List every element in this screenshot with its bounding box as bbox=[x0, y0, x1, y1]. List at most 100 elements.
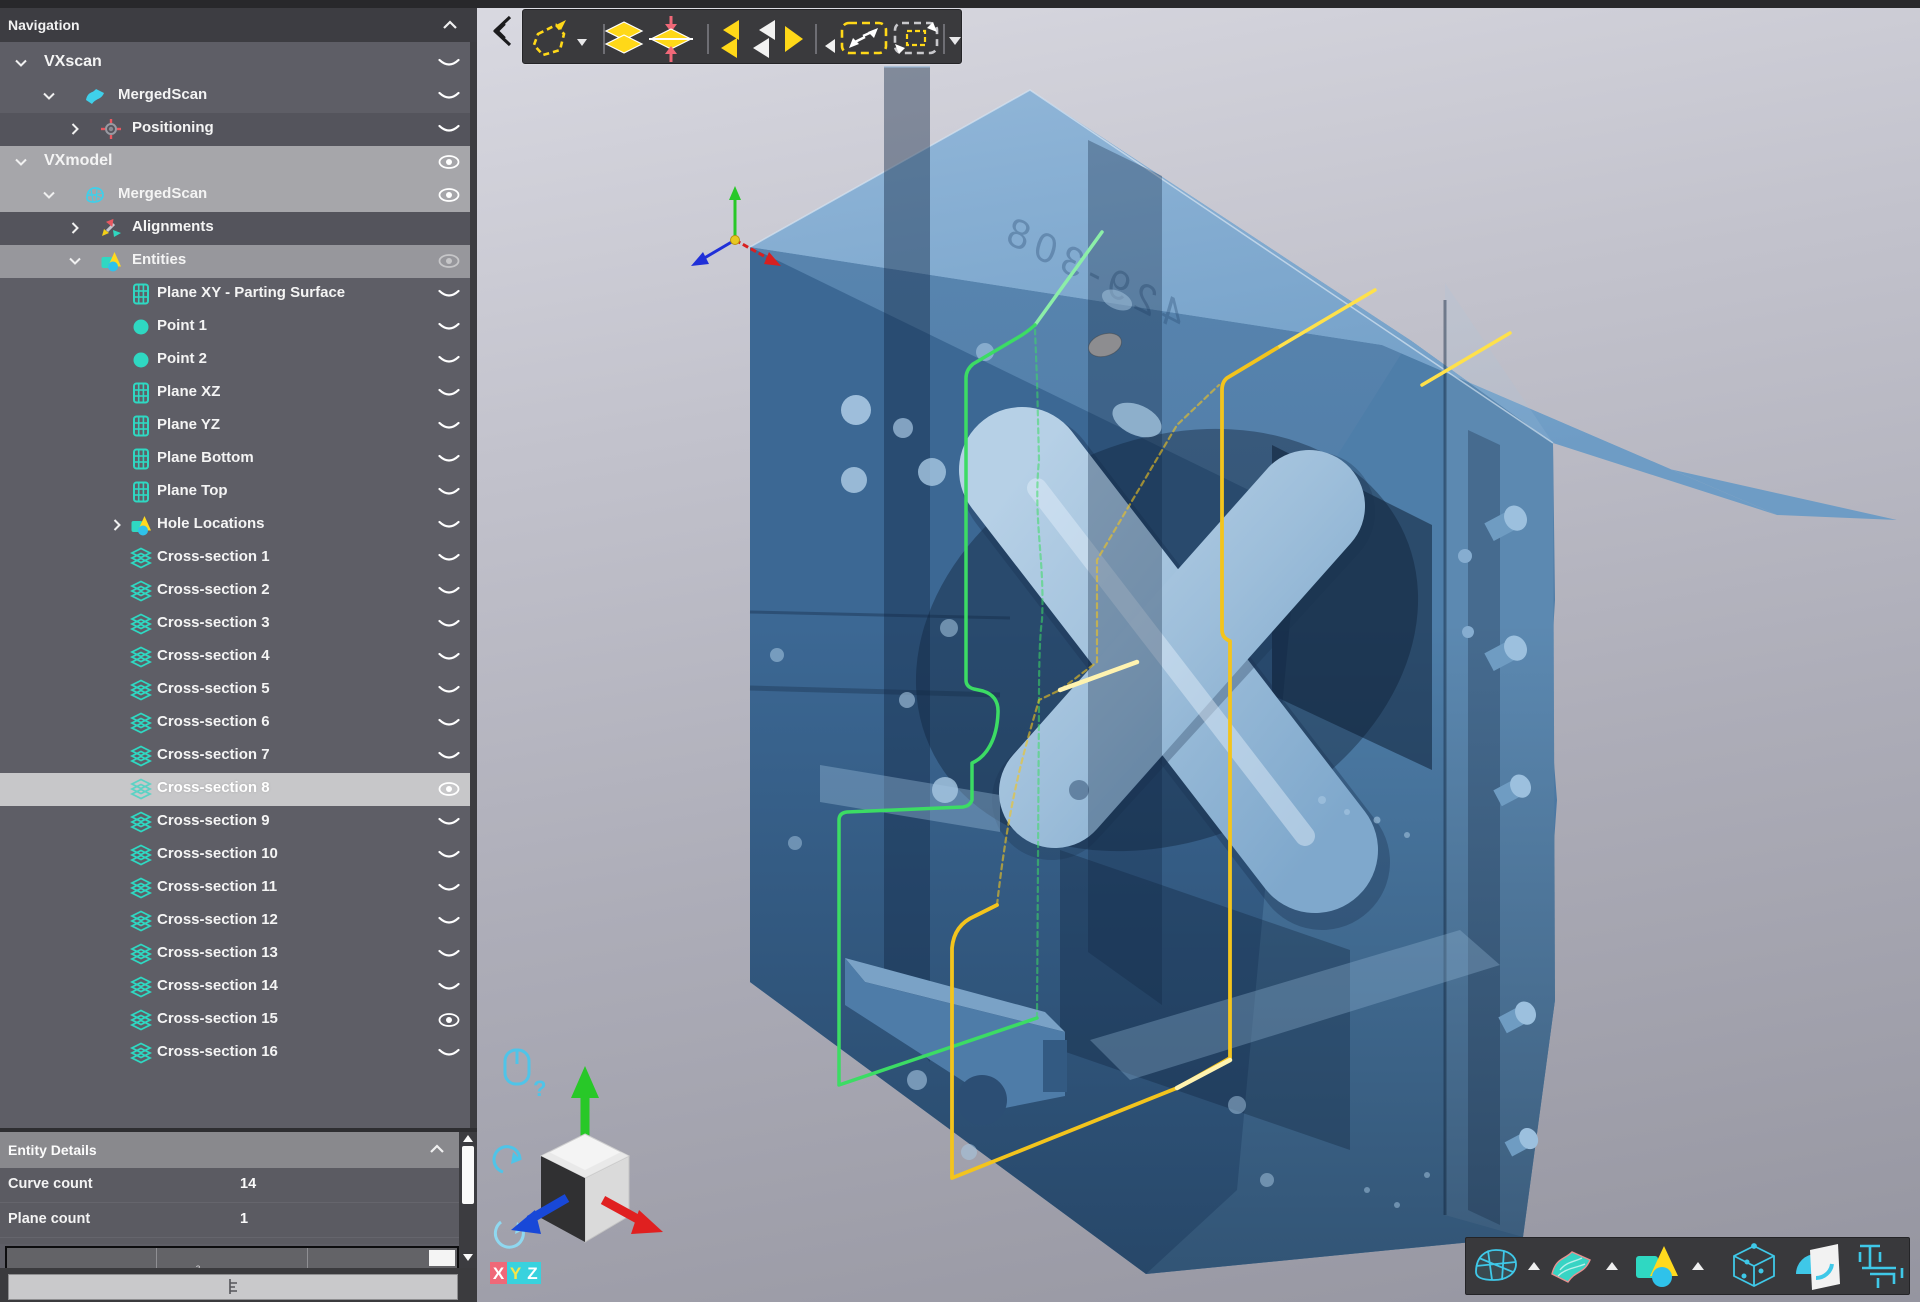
mouse-help-icon[interactable]: ? bbox=[505, 1050, 546, 1101]
eye-open-icon[interactable] bbox=[438, 778, 460, 800]
point-cloud-cube-icon[interactable] bbox=[1734, 1244, 1774, 1286]
surface-icon[interactable] bbox=[1552, 1252, 1590, 1282]
eye-closed-icon[interactable] bbox=[438, 481, 460, 503]
collapse-up-icon[interactable] bbox=[428, 1142, 446, 1156]
dropdown-caret-icon[interactable] bbox=[949, 37, 961, 45]
eye-closed-icon[interactable] bbox=[438, 415, 460, 437]
tree-row-cross-section-15[interactable]: Cross-section 15 bbox=[0, 1004, 477, 1037]
eye-closed-icon[interactable] bbox=[438, 514, 460, 536]
eye-open-icon[interactable] bbox=[438, 1009, 460, 1031]
expander-open-icon[interactable] bbox=[10, 52, 32, 74]
tree-row-plane-top[interactable]: Plane Top bbox=[0, 476, 477, 509]
zoom-extents-icon[interactable] bbox=[825, 23, 886, 53]
tree-row-entities[interactable]: Entities bbox=[0, 245, 477, 278]
eye-closed-icon[interactable] bbox=[438, 877, 460, 899]
eye-closed-icon[interactable] bbox=[438, 844, 460, 866]
eye-open-icon[interactable] bbox=[438, 250, 460, 272]
mesh-icon[interactable] bbox=[1476, 1250, 1516, 1280]
tree-row-cross-section-2[interactable]: Cross-section 2 bbox=[0, 575, 477, 608]
eye-closed-icon[interactable] bbox=[438, 712, 460, 734]
flyout-caret-icon[interactable] bbox=[1528, 1262, 1540, 1270]
eye-closed-icon[interactable] bbox=[438, 316, 460, 338]
tree-row-cross-section-16[interactable]: Cross-section 16 bbox=[0, 1037, 477, 1070]
tree-row-cross-section-4[interactable]: Cross-section 4 bbox=[0, 641, 477, 674]
expander-open-icon[interactable] bbox=[38, 184, 60, 206]
expander-closed-icon[interactable] bbox=[106, 514, 128, 536]
entities-icon[interactable] bbox=[1636, 1246, 1678, 1287]
tree-row-hole-locations[interactable]: Hole Locations bbox=[0, 509, 477, 542]
step-back-double-icon[interactable] bbox=[721, 20, 739, 58]
expander-open-icon[interactable] bbox=[38, 85, 60, 107]
entity-details-header[interactable]: Entity Details bbox=[0, 1132, 460, 1168]
tree-row-mergedscan[interactable]: MergedScan bbox=[0, 179, 477, 212]
tree-row-plane-xy-parting-surface[interactable]: Plane XY - Parting Surface bbox=[0, 278, 477, 311]
eye-closed-icon[interactable] bbox=[438, 283, 460, 305]
tree-row-plane-xz[interactable]: Plane XZ bbox=[0, 377, 477, 410]
eye-closed-icon[interactable] bbox=[438, 52, 460, 74]
eye-closed-icon[interactable] bbox=[438, 910, 460, 932]
flyout-caret-icon[interactable] bbox=[1606, 1262, 1618, 1270]
tree-scrollbar-track[interactable] bbox=[470, 42, 477, 1128]
eye-closed-icon[interactable] bbox=[438, 580, 460, 602]
footer-progress-area[interactable] bbox=[8, 1274, 458, 1300]
tree-row-cross-section-14[interactable]: Cross-section 14 bbox=[0, 971, 477, 1004]
tree-row-vxscan[interactable]: VXscan bbox=[0, 47, 477, 80]
tree-row-vxmodel[interactable]: VXmodel bbox=[0, 146, 477, 179]
tree-row-cross-section-8[interactable]: Cross-section 8 bbox=[0, 773, 477, 806]
expander-closed-icon[interactable] bbox=[64, 217, 86, 239]
section-plane-icon[interactable] bbox=[1796, 1244, 1840, 1290]
eye-closed-icon[interactable] bbox=[438, 547, 460, 569]
eye-closed-icon[interactable] bbox=[438, 85, 460, 107]
eye-closed-icon[interactable] bbox=[438, 745, 460, 767]
step-forward-icon[interactable] bbox=[753, 20, 803, 58]
tree-row-cross-section-10[interactable]: Cross-section 10 bbox=[0, 839, 477, 872]
eye-closed-icon[interactable] bbox=[438, 118, 460, 140]
eye-closed-icon[interactable] bbox=[438, 382, 460, 404]
tree-row-cross-section-13[interactable]: Cross-section 13 bbox=[0, 938, 477, 971]
scrollbar-thumb[interactable] bbox=[462, 1146, 474, 1204]
eye-closed-icon[interactable] bbox=[438, 679, 460, 701]
tree-row-positioning[interactable]: Positioning bbox=[0, 113, 477, 146]
cross-section-compress-icon[interactable] bbox=[649, 16, 693, 62]
collapse-up-icon[interactable] bbox=[441, 18, 459, 32]
eye-closed-icon[interactable] bbox=[438, 646, 460, 668]
dropdown-caret-icon[interactable] bbox=[577, 39, 587, 46]
eye-closed-icon[interactable] bbox=[438, 943, 460, 965]
tree-row-plane-bottom[interactable]: Plane Bottom bbox=[0, 443, 477, 476]
eye-closed-icon[interactable] bbox=[438, 349, 460, 371]
eye-closed-icon[interactable] bbox=[438, 448, 460, 470]
table-scrollbar-corner[interactable] bbox=[429, 1250, 455, 1266]
tree-row-cross-section-7[interactable]: Cross-section 7 bbox=[0, 740, 477, 773]
cross-section-stack-icon[interactable] bbox=[606, 22, 642, 53]
details-scrollbar[interactable] bbox=[459, 1132, 477, 1268]
tree-row-point-1[interactable]: Point 1 bbox=[0, 311, 477, 344]
tree-row-cross-section-12[interactable]: Cross-section 12 bbox=[0, 905, 477, 938]
xyz-axis-badge[interactable]: X Y Z bbox=[490, 1262, 541, 1284]
tree-row-cross-section-1[interactable]: Cross-section 1 bbox=[0, 542, 477, 575]
expander-open-icon[interactable] bbox=[10, 151, 32, 173]
eye-closed-icon[interactable] bbox=[438, 811, 460, 833]
tree-row-mergedscan[interactable]: MergedScan bbox=[0, 80, 477, 113]
tree-row-cross-section-9[interactable]: Cross-section 9 bbox=[0, 806, 477, 839]
datum-alignment-icon[interactable] bbox=[1860, 1246, 1902, 1288]
tree-row-cross-section-3[interactable]: Cross-section 3 bbox=[0, 608, 477, 641]
eye-closed-icon[interactable] bbox=[438, 976, 460, 998]
eye-open-icon[interactable] bbox=[438, 151, 460, 173]
eye-open-icon[interactable] bbox=[438, 184, 460, 206]
tree-row-cross-section-6[interactable]: Cross-section 6 bbox=[0, 707, 477, 740]
rotate-view-icon[interactable] bbox=[494, 1147, 521, 1172]
flyout-caret-icon[interactable] bbox=[1692, 1262, 1704, 1270]
selection-lasso-icon[interactable] bbox=[534, 20, 566, 55]
model-body[interactable]: 429-308 bbox=[750, 67, 1897, 1274]
tree-row-cross-section-11[interactable]: Cross-section 11 bbox=[0, 872, 477, 905]
eye-closed-icon[interactable] bbox=[438, 613, 460, 635]
expander-open-icon[interactable] bbox=[64, 250, 86, 272]
tree-row-cross-section-5[interactable]: Cross-section 5 bbox=[0, 674, 477, 707]
zoom-selection-icon[interactable] bbox=[895, 22, 937, 54]
eye-closed-icon[interactable] bbox=[438, 1042, 460, 1064]
viewport-3d[interactable]: 429-308 bbox=[477, 0, 1920, 1302]
expander-closed-icon[interactable] bbox=[64, 118, 86, 140]
navigation-panel-header[interactable]: Navigation bbox=[0, 8, 477, 42]
tree-row-point-2[interactable]: Point 2 bbox=[0, 344, 477, 377]
panel-collapse-icon[interactable] bbox=[495, 17, 510, 45]
